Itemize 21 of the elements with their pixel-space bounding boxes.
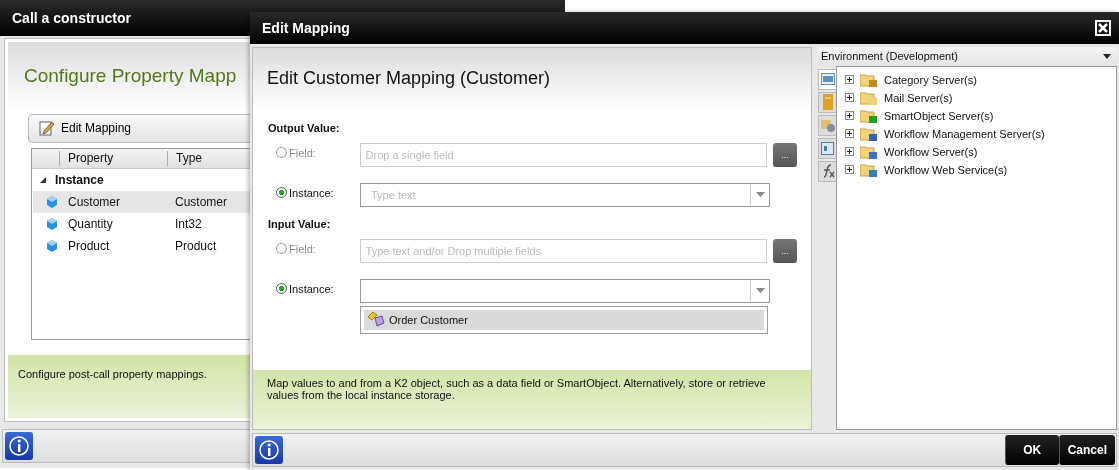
table-cell-text: Quantity [68,216,114,231]
option-label: Instance: [289,186,334,199]
table-cell-text: Customer [68,194,121,209]
section-label: Input Value: [268,217,332,232]
table-cell-text: Product [68,238,111,253]
option-label: Field: [289,242,316,255]
info-text: Configure post-call property mappings. [18,368,208,381]
dialog-title: Edit Mapping [262,19,350,36]
info-text: Map values to and from a K2 object, such as a data field or SmartObject. Alternatively, store or retrieve values from the local instance storage. [267,377,767,402]
group-label: Instance [55,172,104,187]
option-label: Field: [289,146,316,159]
table-cell-text: Customer [175,194,228,209]
table-cell-text: Product [175,238,218,253]
item-label: Order Customer [389,313,468,326]
dialog-heading: Edit Customer Mapping (Customer) [267,68,551,90]
table-cell-text: Int32 [175,216,203,231]
section-label: Output Value: [268,121,341,136]
window-title: Call a constructor [12,9,132,26]
option-label: Instance: [289,282,334,295]
environment-title: Environment (Development) [821,50,958,63]
page-heading: Configure Property Mapp [24,64,237,87]
